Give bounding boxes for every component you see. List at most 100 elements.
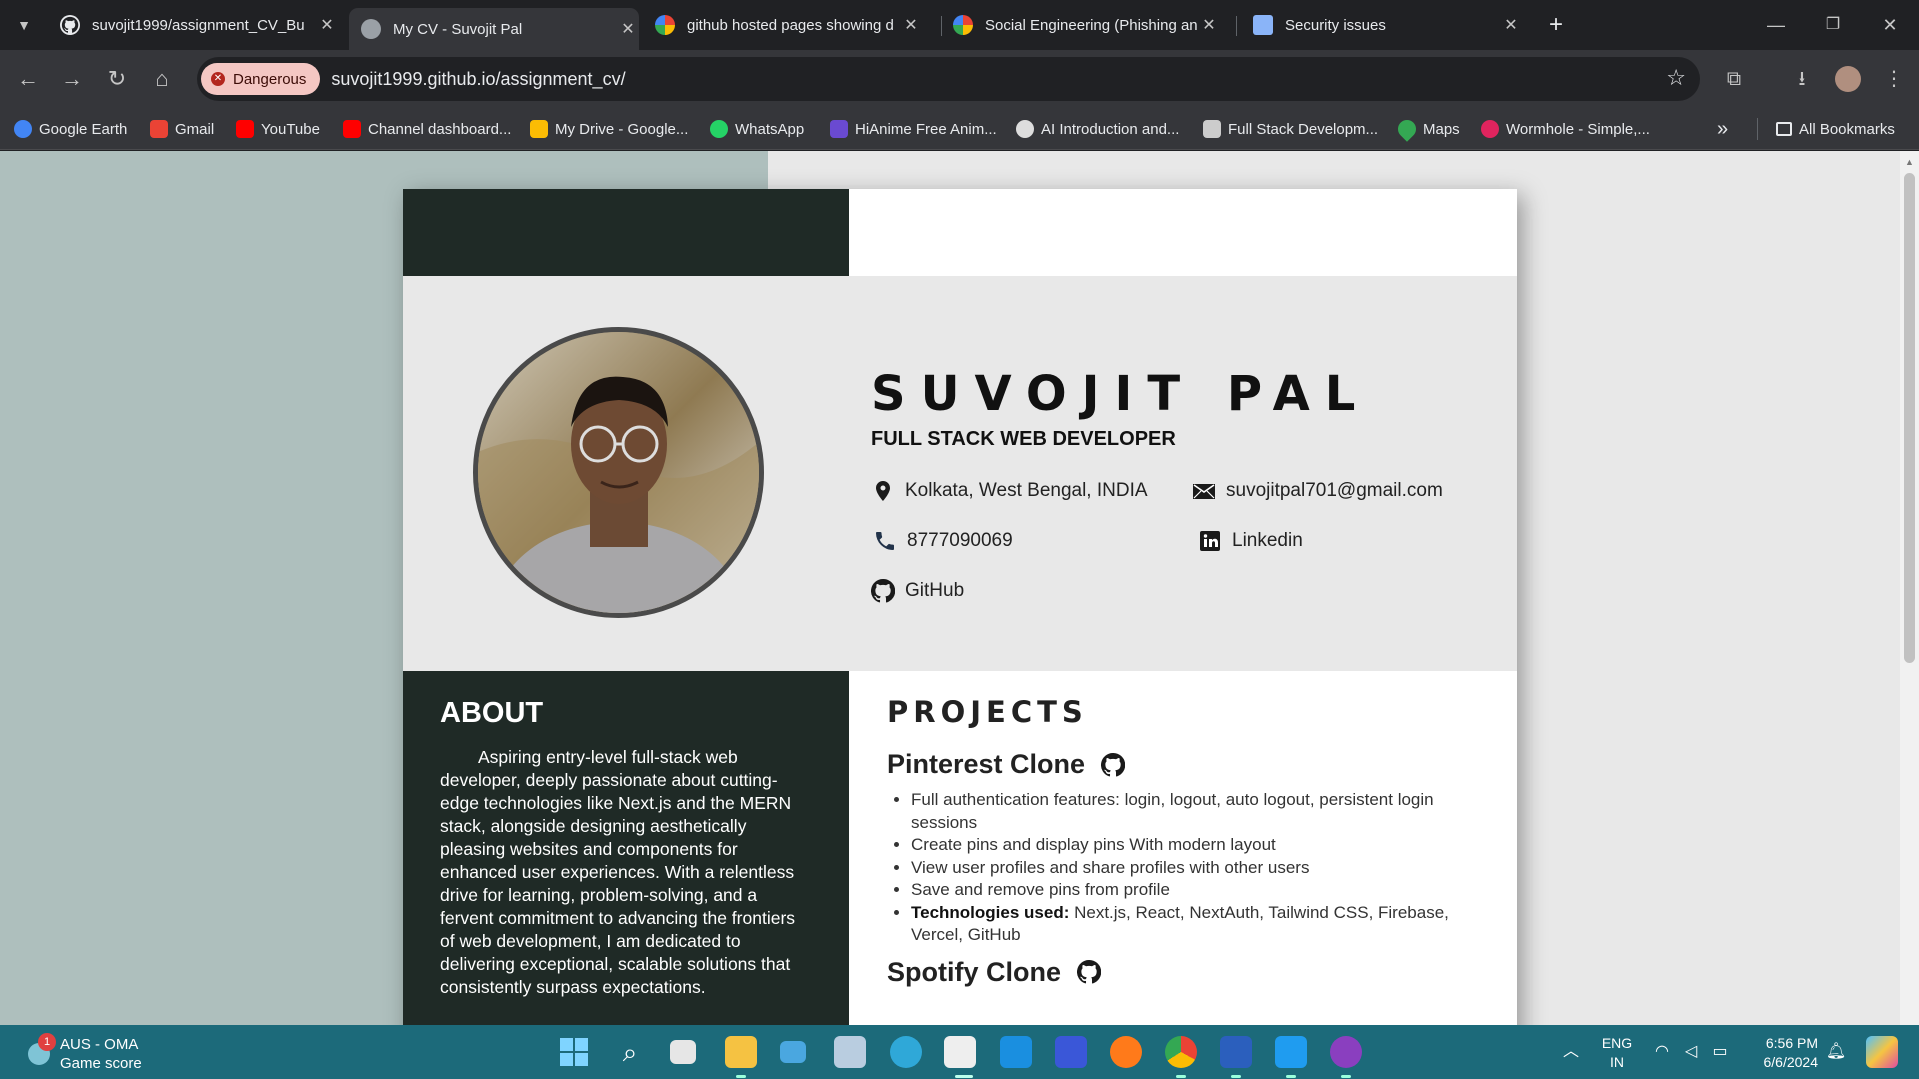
close-tab-icon[interactable]: ✕ bbox=[1500, 15, 1522, 35]
about-section: ABOUT Aspiring entry-level full-stack we… bbox=[403, 671, 849, 1025]
list-item: Create pins and display pins With modern… bbox=[911, 834, 1481, 857]
bookmark-wormhole[interactable]: Wormhole - Simple,... bbox=[1481, 116, 1650, 142]
app-icon[interactable] bbox=[780, 1041, 806, 1063]
cv-role: FULL STACK WEB DEVELOPER bbox=[871, 428, 1176, 450]
danger-icon: ✕ bbox=[211, 72, 225, 86]
address-bar[interactable]: ✕ Dangerous suvojit1999.github.io/assign… bbox=[197, 57, 1700, 101]
windows-start-icon[interactable] bbox=[558, 1036, 590, 1068]
search-icon[interactable]: ⌕ bbox=[614, 1036, 646, 1068]
notification-bell-icon[interactable]: 🔔︎ bbox=[1824, 1036, 1848, 1068]
back-button[interactable]: ← bbox=[12, 63, 44, 95]
download-icon[interactable]: ⭳ bbox=[1786, 63, 1818, 95]
github-icon[interactable] bbox=[1101, 752, 1126, 777]
close-window-button[interactable]: ✕ bbox=[1874, 9, 1906, 41]
language-indicator[interactable]: ENG IN bbox=[1598, 1034, 1636, 1072]
github-icon bbox=[870, 578, 896, 603]
scroll-up-arrow-icon[interactable]: ▲ bbox=[1905, 157, 1914, 167]
bookmark-star-icon[interactable]: ☆ bbox=[1666, 65, 1686, 91]
page-scrollbar[interactable]: ▲ bbox=[1900, 151, 1919, 1025]
github-icon[interactable] bbox=[1076, 959, 1102, 984]
google-icon bbox=[655, 15, 675, 35]
app-icon[interactable] bbox=[1055, 1036, 1087, 1068]
vscode-icon[interactable] bbox=[1275, 1036, 1307, 1068]
bookmark-full-stack[interactable]: Full Stack Developm... bbox=[1203, 116, 1378, 142]
bookmark-hianime[interactable]: HiAnime Free Anim... bbox=[830, 116, 997, 142]
restore-button[interactable]: ❐ bbox=[1817, 9, 1849, 41]
home-button[interactable]: ⌂ bbox=[146, 63, 178, 95]
tab-strip: ▼ suvojit1999/assignment_CV_Bu ✕ My CV -… bbox=[0, 0, 1919, 50]
photos-icon[interactable] bbox=[834, 1036, 866, 1068]
bookmark-page-icon bbox=[1203, 120, 1221, 138]
list-item: View user profiles and share profiles wi… bbox=[911, 857, 1481, 880]
tab-security-issues[interactable]: Security issues ✕ bbox=[1250, 8, 1522, 42]
file-explorer-icon[interactable] bbox=[725, 1036, 757, 1068]
task-view-icon[interactable] bbox=[670, 1040, 696, 1064]
tab-social-engineering[interactable]: Social Engineering (Phishing an ✕ bbox=[950, 8, 1220, 42]
edge-icon[interactable] bbox=[890, 1036, 922, 1068]
chrome-icon[interactable] bbox=[1165, 1036, 1197, 1068]
all-bookmarks-button[interactable]: All Bookmarks bbox=[1776, 116, 1895, 142]
list-item-technologies: Technologies used: Next.js, React, NextA… bbox=[911, 902, 1481, 947]
page-viewport: SUVOJIT PAL FULL STACK WEB DEVELOPER Kol… bbox=[0, 151, 1900, 1025]
copilot-icon[interactable] bbox=[1866, 1036, 1898, 1068]
reload-button[interactable]: ↻ bbox=[101, 63, 133, 95]
contact-location: Kolkata, West Bengal, INDIA bbox=[871, 479, 1148, 503]
profile-avatar[interactable] bbox=[1832, 63, 1864, 95]
cv-header: SUVOJIT PAL FULL STACK WEB DEVELOPER Kol… bbox=[403, 276, 1517, 671]
youtube-icon bbox=[236, 120, 254, 138]
word-icon[interactable] bbox=[1220, 1036, 1252, 1068]
bookmark-google-earth[interactable]: Google Earth bbox=[14, 116, 127, 142]
bookmark-ai-introduction[interactable]: AI Introduction and... bbox=[1016, 116, 1179, 142]
snipping-tool-icon[interactable] bbox=[944, 1036, 976, 1068]
contact-email[interactable]: suvojitpal701@gmail.com bbox=[1192, 479, 1443, 503]
show-hidden-icons-chevron-icon[interactable]: ︿ bbox=[1555, 1036, 1587, 1068]
battery-icon[interactable]: ▭ bbox=[1708, 1036, 1732, 1068]
list-item: Full authentication features: login, log… bbox=[911, 789, 1481, 834]
contact-github[interactable]: GitHub bbox=[870, 578, 964, 603]
system-clock[interactable]: 6:56 PM 6/6/2024 bbox=[1750, 1034, 1819, 1072]
hianime-icon bbox=[830, 120, 848, 138]
bookmark-channel-dashboard[interactable]: Channel dashboard... bbox=[343, 116, 511, 142]
bookmark-youtube[interactable]: YouTube bbox=[236, 116, 320, 142]
github-desktop-icon[interactable] bbox=[1330, 1036, 1362, 1068]
tab-github-repo[interactable]: suvojit1999/assignment_CV_Bu ✕ bbox=[48, 8, 338, 42]
gmail-icon bbox=[150, 120, 168, 138]
close-tab-icon[interactable]: ✕ bbox=[900, 15, 922, 35]
contact-phone[interactable]: 8777090069 bbox=[873, 529, 1013, 553]
extensions-icon[interactable]: ⧉ bbox=[1718, 63, 1750, 95]
tab-search-chevron-icon[interactable]: ▼ bbox=[8, 9, 40, 41]
tab-my-cv[interactable]: My CV - Suvojit Pal ✕ bbox=[349, 8, 639, 50]
new-tab-button[interactable]: + bbox=[1540, 9, 1572, 41]
close-tab-icon[interactable]: ✕ bbox=[617, 19, 639, 39]
security-status-chip[interactable]: ✕ Dangerous bbox=[201, 63, 321, 95]
bookmark-gmail[interactable]: Gmail bbox=[150, 116, 214, 142]
bookmark-my-drive[interactable]: My Drive - Google... bbox=[530, 116, 688, 142]
contact-linkedin[interactable]: Linkedin bbox=[1198, 529, 1303, 553]
profile-photo bbox=[473, 327, 764, 618]
bookmark-whatsapp[interactable]: WhatsApp bbox=[710, 116, 804, 142]
project-spotify-clone: Spotify Clone bbox=[887, 957, 1481, 988]
tab-github-pages-search[interactable]: github hosted pages showing d ✕ bbox=[652, 8, 922, 42]
url-text[interactable]: suvojit1999.github.io/assignment_cv/ bbox=[331, 69, 625, 90]
app-icon[interactable] bbox=[1000, 1036, 1032, 1068]
close-tab-icon[interactable]: ✕ bbox=[316, 15, 338, 35]
forward-button[interactable]: → bbox=[56, 63, 88, 95]
minimize-button[interactable]: — bbox=[1760, 9, 1792, 41]
whatsapp-icon bbox=[710, 120, 728, 138]
project-title: Pinterest Clone bbox=[887, 749, 1086, 779]
bookmark-maps[interactable]: Maps bbox=[1394, 116, 1460, 142]
linkedin-icon bbox=[1198, 529, 1222, 553]
phone-icon bbox=[873, 529, 897, 553]
volume-icon[interactable]: ◁ bbox=[1679, 1036, 1703, 1068]
wifi-icon[interactable]: ◠ bbox=[1650, 1036, 1674, 1068]
google-earth-icon bbox=[14, 120, 32, 138]
about-text: Aspiring entry-level full-stack web deve… bbox=[440, 747, 796, 997]
firefox-icon[interactable] bbox=[1110, 1036, 1142, 1068]
weather-widget[interactable]: 1 AUS - OMA Game score bbox=[28, 1033, 142, 1073]
menu-kebab-icon[interactable]: ⋮ bbox=[1878, 63, 1910, 95]
projects-section: PROJECTS Pinterest Clone Full authentica… bbox=[849, 671, 1517, 1025]
close-tab-icon[interactable]: ✕ bbox=[1198, 15, 1220, 35]
maps-pin-icon bbox=[1394, 116, 1420, 142]
scrollbar-thumb[interactable] bbox=[1904, 173, 1915, 663]
bookmarks-overflow-button[interactable]: » bbox=[1717, 116, 1728, 142]
